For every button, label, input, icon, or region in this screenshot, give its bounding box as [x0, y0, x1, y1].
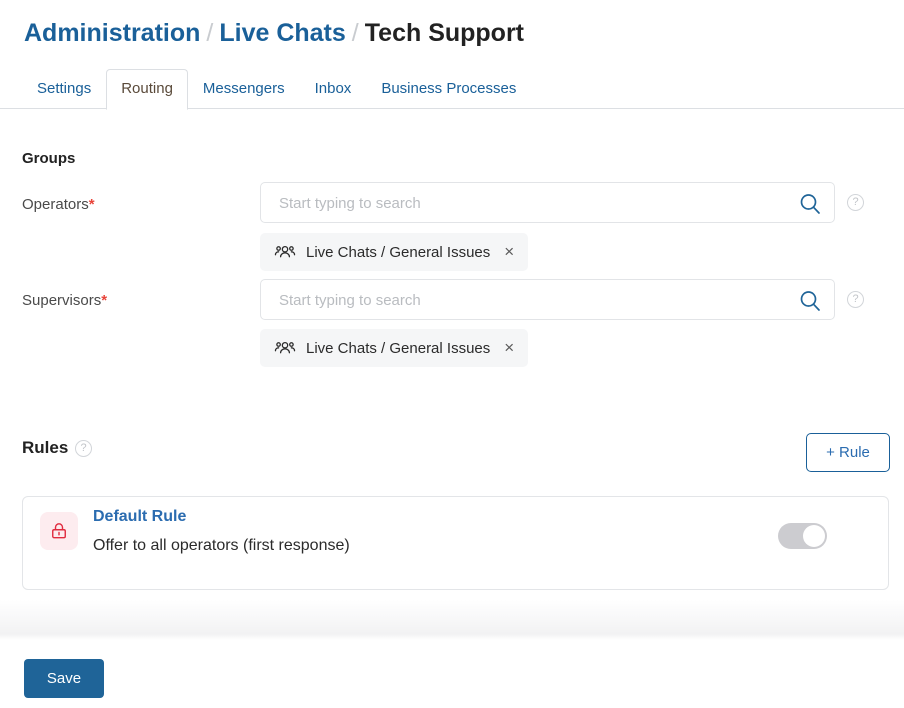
supervisors-chip-label: Live Chats / General Issues — [306, 339, 491, 357]
groups-section-title: Groups — [22, 150, 76, 167]
supervisors-required-marker: * — [101, 292, 108, 309]
operators-help-icon[interactable]: ? — [847, 194, 864, 211]
save-button[interactable]: Save — [24, 659, 104, 698]
footer-divider — [0, 600, 904, 640]
supervisors-search-box[interactable]: Start typing to search — [260, 279, 835, 320]
toggle-knob — [803, 525, 825, 547]
breadcrumb-separator: / — [206, 19, 214, 47]
tab-settings[interactable]: Settings — [22, 69, 106, 109]
rules-help-icon[interactable]: ? — [75, 440, 92, 457]
breadcrumb: Administration / Live Chats / Tech Support — [24, 14, 524, 52]
rule-description: Offer to all operators (first response) — [93, 537, 350, 554]
tab-messengers[interactable]: Messengers — [188, 69, 300, 109]
operators-search-input[interactable]: Start typing to search — [279, 183, 421, 224]
supervisors-chip: Live Chats / General Issues × — [260, 329, 529, 367]
supervisors-search-input[interactable]: Start typing to search — [279, 280, 421, 321]
breadcrumb-item-administration[interactable]: Administration — [24, 19, 200, 47]
operators-chip-label: Live Chats / General Issues — [306, 243, 491, 261]
supervisors-label-text: Supervisors — [22, 292, 102, 309]
routing-settings-page: Administration / Live Chats / Tech Support S… — [0, 0, 904, 708]
people-group-icon — [274, 337, 296, 359]
rule-title-link[interactable]: Default Rule — [93, 508, 186, 526]
lock-icon — [40, 512, 78, 550]
tab-routing[interactable]: Routing — [106, 69, 188, 110]
close-icon[interactable]: × — [490, 329, 528, 367]
breadcrumb-item-tech-support: Tech Support — [364, 19, 525, 47]
search-icon[interactable] — [798, 192, 822, 216]
operators-required-marker: * — [88, 196, 95, 213]
close-icon[interactable]: × — [490, 233, 528, 271]
breadcrumb-item-live-chats[interactable]: Live Chats — [219, 19, 345, 47]
tab-bar: Settings Routing Messengers Inbox Busine… — [0, 69, 904, 110]
supervisors-label: Supervisors* — [22, 292, 107, 309]
tab-inbox[interactable]: Inbox — [300, 69, 367, 109]
tab-business-processes[interactable]: Business Processes — [366, 69, 531, 109]
rule-card-default: Default Rule Offer to all operators (fir… — [22, 496, 889, 590]
supervisors-help-icon[interactable]: ? — [847, 291, 864, 308]
rule-enabled-toggle[interactable] — [778, 523, 827, 549]
operators-label: Operators* — [22, 196, 95, 213]
operators-label-text: Operators — [22, 196, 89, 213]
people-group-icon — [274, 241, 296, 263]
operators-search-box[interactable]: Start typing to search — [260, 182, 835, 223]
breadcrumb-separator: / — [351, 19, 359, 47]
rules-section-title: Rules — [22, 438, 69, 457]
add-rule-button[interactable]: + Rule — [806, 433, 890, 472]
operators-chip: Live Chats / General Issues × — [260, 233, 529, 271]
search-icon[interactable] — [798, 289, 822, 313]
